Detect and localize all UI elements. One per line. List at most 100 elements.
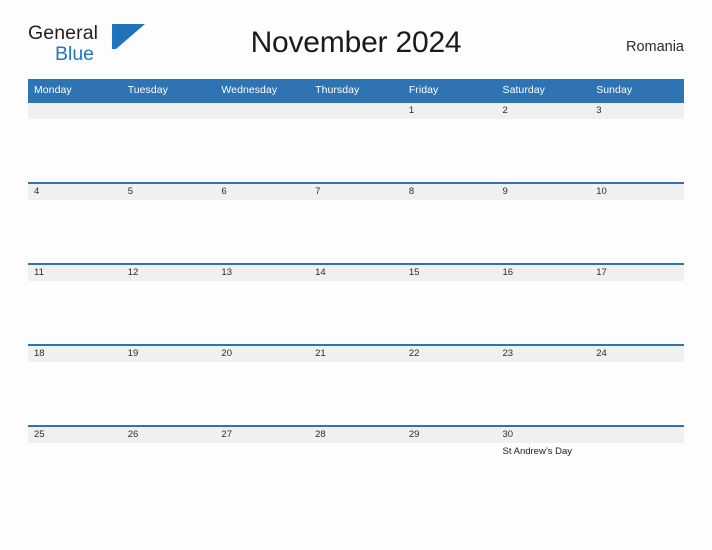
day-event <box>497 119 591 122</box>
day-cell[interactable] <box>28 101 122 182</box>
day-cell[interactable]: 6 <box>215 182 310 263</box>
day-cell[interactable]: 26 <box>121 425 216 506</box>
day-cell[interactable] <box>121 101 216 182</box>
day-event <box>28 119 122 122</box>
day-event <box>403 362 497 365</box>
day-number: 26 <box>127 429 139 440</box>
day-number: 8 <box>408 186 415 197</box>
day-number: 3 <box>596 105 602 116</box>
day-number: 29 <box>408 429 420 440</box>
day-event <box>122 443 216 446</box>
day-cell[interactable]: 2 <box>496 101 591 182</box>
day-number: 4 <box>34 186 40 197</box>
day-event <box>309 200 403 203</box>
day-cell[interactable]: 13 <box>215 263 310 344</box>
day-cell[interactable]: 21 <box>309 344 403 425</box>
day-cell[interactable]: 16 <box>496 263 591 344</box>
day-cell[interactable]: 5 <box>121 182 216 263</box>
day-cell[interactable]: 9 <box>496 182 591 263</box>
day-number: 6 <box>221 186 227 197</box>
day-event <box>403 281 497 284</box>
day-event <box>28 200 122 203</box>
day-number: 5 <box>127 186 133 197</box>
day-number: 22 <box>408 348 420 359</box>
day-event <box>122 119 216 122</box>
day-number: 20 <box>221 348 232 359</box>
week-row: 11 12 13 14 15 16 17 <box>28 263 684 344</box>
day-cell[interactable]: 11 <box>28 263 122 344</box>
day-cell[interactable] <box>590 425 684 506</box>
weekday-header-sunday: Sunday <box>590 79 684 101</box>
day-number: 2 <box>502 105 508 116</box>
day-cell[interactable]: 24 <box>590 344 684 425</box>
day-cell[interactable]: 4 <box>28 182 122 263</box>
day-cell[interactable]: 30 St Andrew’s Day <box>496 425 591 506</box>
day-cell[interactable]: 17 <box>590 263 684 344</box>
weekday-header-tuesday: Tuesday <box>121 79 216 101</box>
day-cell[interactable]: 18 <box>28 344 122 425</box>
day-number: 1 <box>408 105 415 116</box>
week-row: 1 2 3 <box>28 101 684 182</box>
day-cell[interactable]: 27 <box>215 425 310 506</box>
day-cell[interactable]: 28 <box>309 425 403 506</box>
day-cell[interactable]: 3 <box>590 101 684 182</box>
day-cell[interactable]: 1 <box>402 101 497 182</box>
day-cell[interactable]: 19 <box>121 344 216 425</box>
weekday-header-wednesday: Wednesday <box>215 79 310 101</box>
day-cell[interactable]: 15 <box>402 263 497 344</box>
day-event <box>403 119 497 122</box>
day-cell[interactable]: 7 <box>309 182 403 263</box>
day-event <box>309 281 403 284</box>
day-cell[interactable]: 25 <box>28 425 122 506</box>
day-event <box>215 281 309 284</box>
day-event <box>122 281 216 284</box>
day-event <box>590 200 684 203</box>
day-number: 23 <box>502 348 514 359</box>
day-event <box>497 362 591 365</box>
day-number: 18 <box>34 348 45 359</box>
day-event: St Andrew’s Day <box>502 446 573 457</box>
day-number: 9 <box>502 186 508 197</box>
day-number: 15 <box>408 267 420 278</box>
day-cell[interactable]: 10 <box>590 182 684 263</box>
day-number: 13 <box>221 267 232 278</box>
weekday-header-thursday: Thursday <box>309 79 403 101</box>
day-event <box>590 119 684 122</box>
day-cell[interactable]: 29 <box>402 425 497 506</box>
day-event <box>309 443 403 446</box>
week-row: 25 26 27 28 29 30 St Andrew’s Day <box>28 425 684 506</box>
day-event <box>28 281 122 284</box>
day-cell[interactable]: 23 <box>496 344 591 425</box>
day-event <box>590 362 684 365</box>
day-event <box>403 443 497 446</box>
country-label: Romania <box>625 39 684 55</box>
day-cell[interactable]: 14 <box>309 263 403 344</box>
day-number: 27 <box>221 429 232 440</box>
page-title: November 2024 <box>250 26 462 59</box>
calendar-body: 1 2 3 4 5 6 7 8 9 10 11 12 13 14 15 16 1… <box>28 101 684 506</box>
day-cell[interactable]: 8 <box>402 182 497 263</box>
day-cell[interactable] <box>215 101 310 182</box>
day-event <box>403 200 497 203</box>
day-number: 30 <box>502 429 514 440</box>
calendar-page: General Blue November 2024 Romania Monda… <box>0 0 712 550</box>
day-event <box>28 443 122 446</box>
day-event <box>309 362 403 365</box>
day-cell[interactable]: 22 <box>402 344 497 425</box>
day-event <box>215 362 309 365</box>
day-number: 28 <box>315 429 326 440</box>
day-cell[interactable] <box>309 101 403 182</box>
day-number: 7 <box>315 186 321 197</box>
day-event <box>309 119 403 122</box>
week-row: 18 19 20 21 22 23 24 <box>28 344 684 425</box>
day-event <box>215 200 309 203</box>
day-cell[interactable]: 12 <box>121 263 216 344</box>
day-number: 11 <box>34 267 44 278</box>
day-event <box>122 200 216 203</box>
week-row: 4 5 6 7 8 9 10 <box>28 182 684 263</box>
day-cell[interactable]: 20 <box>215 344 310 425</box>
day-number: 14 <box>315 267 326 278</box>
weekday-header-monday: Monday <box>28 79 122 101</box>
calendar-grid: Monday Tuesday Wednesday Thursday Friday… <box>28 79 684 506</box>
day-event <box>497 200 591 203</box>
